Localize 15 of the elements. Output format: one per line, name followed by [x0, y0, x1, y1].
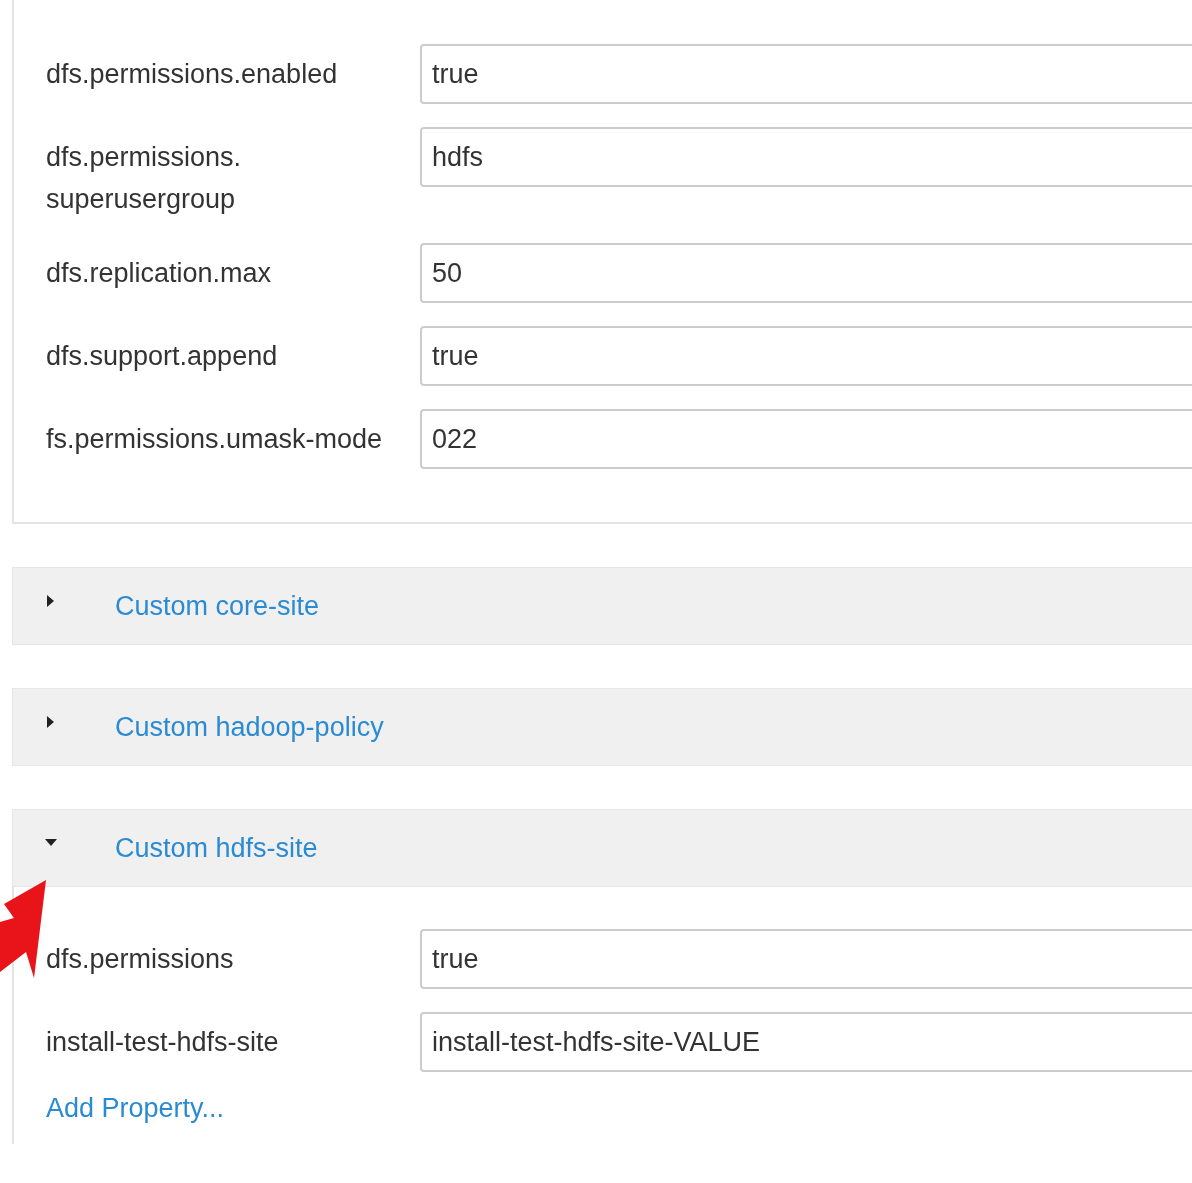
input-field[interactable]: 50 — [420, 243, 1192, 303]
field-label: dfs.support.append — [46, 340, 279, 373]
input-field[interactable]: true — [420, 44, 1192, 104]
add-property-link[interactable]: Add Property... — [46, 1093, 225, 1124]
input-field[interactable]: install-test-hdfs-site-VALUE — [420, 1012, 1192, 1072]
field-label: install-test-hdfs-site — [46, 1026, 280, 1059]
input-field[interactable]: true — [420, 326, 1192, 386]
field-label: dfs.replication.max — [46, 257, 273, 290]
input-field[interactable]: hdfs — [420, 127, 1192, 187]
field-label: dfs.permissions — [46, 943, 235, 976]
input-field[interactable]: true — [420, 929, 1192, 989]
field-label: dfs.permissions. superusergroup — [46, 141, 243, 216]
field-label: fs.permissions.umask-mode — [46, 423, 384, 456]
field-label: dfs.permissions.enabled — [46, 58, 339, 91]
input-field[interactable]: 022 — [420, 409, 1192, 469]
